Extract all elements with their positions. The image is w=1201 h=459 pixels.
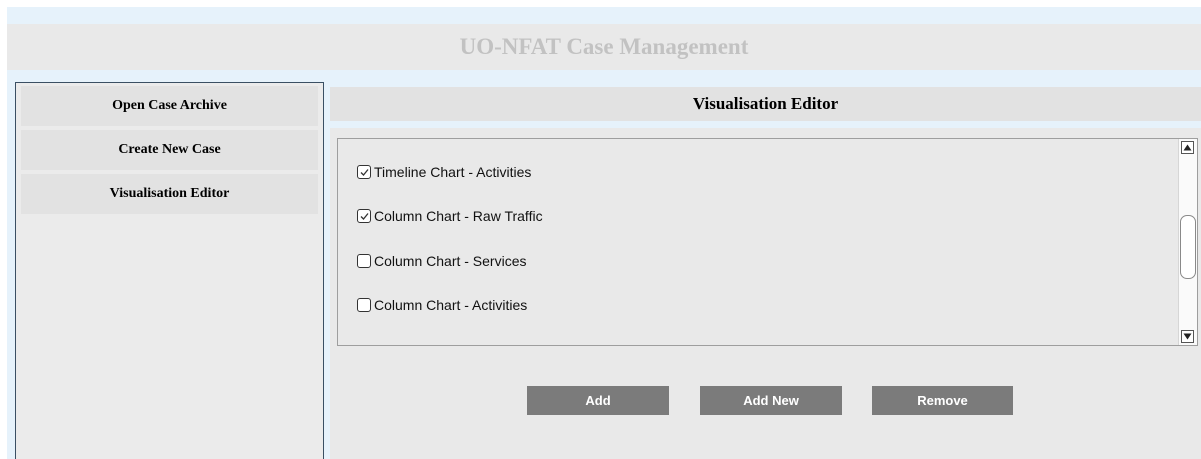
main-panel: Timeline Chart - Activities Column Chart… <box>330 128 1201 459</box>
sidebar-item-create-new-case[interactable]: Create New Case <box>21 130 318 170</box>
scroll-down-button[interactable] <box>1181 330 1194 343</box>
sidebar-item-visualisation-editor[interactable]: Visualisation Editor <box>21 174 318 214</box>
checkbox[interactable] <box>357 209 371 223</box>
app-title: UO-NFAT Case Management <box>459 34 749 59</box>
add-new-button[interactable]: Add New <box>700 386 842 415</box>
check-icon <box>360 168 369 176</box>
scrollbar[interactable] <box>1178 139 1197 345</box>
sidebar-item-open-case-archive[interactable]: Open Case Archive <box>21 86 318 126</box>
scrollbar-thumb[interactable] <box>1180 215 1196 279</box>
triangle-up-icon <box>1183 144 1192 151</box>
add-button[interactable]: Add <box>527 386 669 415</box>
list-item[interactable]: Column Chart - Activities <box>357 294 527 316</box>
list-item[interactable]: Timeline Chart - Activities <box>357 161 531 183</box>
page-title: Visualisation Editor <box>330 87 1201 121</box>
sidebar: Open Case Archive Create New Case Visual… <box>15 82 324 459</box>
list-item-label: Column Chart - Raw Traffic <box>374 208 543 224</box>
list-item[interactable]: Column Chart - Raw Traffic <box>357 205 543 227</box>
checkbox[interactable] <box>357 165 371 179</box>
app-frame: UO-NFAT Case Management Open Case Archiv… <box>7 7 1201 459</box>
list-item-label: Column Chart - Services <box>374 253 527 269</box>
visualisation-list[interactable]: Timeline Chart - Activities Column Chart… <box>337 138 1198 346</box>
remove-button[interactable]: Remove <box>872 386 1013 415</box>
list-item[interactable]: Column Chart - Services <box>357 250 527 272</box>
triangle-down-icon <box>1183 333 1192 340</box>
checkbox[interactable] <box>357 254 371 268</box>
list-item-label: Column Chart - Activities <box>374 297 528 313</box>
title-bar: UO-NFAT Case Management <box>7 24 1201 70</box>
check-icon <box>360 212 369 220</box>
list-item-label: Timeline Chart - Activities <box>374 164 532 180</box>
scroll-up-button[interactable] <box>1181 141 1194 154</box>
checkbox[interactable] <box>357 298 371 312</box>
